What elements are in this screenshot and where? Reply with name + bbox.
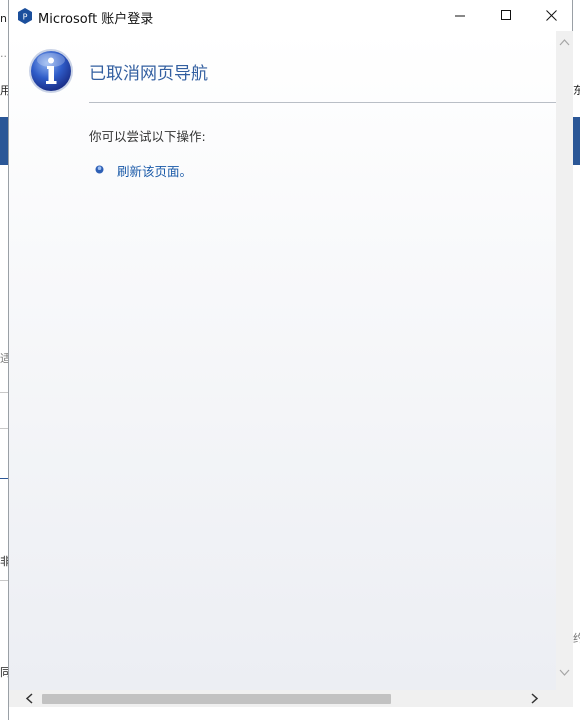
scroll-up-icon[interactable] bbox=[559, 37, 570, 48]
close-button[interactable] bbox=[528, 0, 574, 31]
background-text-fragment: 非 bbox=[0, 555, 8, 568]
refresh-page-link[interactable]: 刷新该页面。 bbox=[117, 161, 192, 180]
vertical-scrollbar[interactable] bbox=[556, 31, 573, 690]
page-title: 已取消网页导航 bbox=[89, 64, 208, 84]
horizontal-scroll-thumb[interactable] bbox=[42, 694, 391, 704]
scroll-down-icon[interactable] bbox=[559, 667, 570, 678]
background-text-fragment: 同 bbox=[0, 666, 8, 679]
suggestion-intro: 你可以尝试以下操作: bbox=[89, 129, 206, 144]
background-text-fragment: 约 bbox=[573, 632, 580, 645]
maximize-button[interactable] bbox=[483, 0, 529, 31]
title-divider bbox=[89, 102, 556, 103]
info-icon bbox=[29, 49, 73, 93]
minimize-button[interactable] bbox=[437, 0, 483, 31]
close-icon bbox=[545, 10, 557, 21]
background-text-fragment: 东 bbox=[573, 84, 580, 97]
window-bottom-edge bbox=[9, 707, 573, 720]
blue-dot-icon bbox=[95, 165, 104, 174]
scrollbar-corner bbox=[556, 690, 573, 707]
maximize-icon bbox=[500, 10, 511, 20]
background-text-fragment: n bbox=[0, 12, 7, 25]
svg-text:P: P bbox=[23, 13, 28, 22]
horizontal-scrollbar[interactable] bbox=[9, 690, 556, 707]
scroll-left-icon[interactable] bbox=[24, 693, 35, 704]
background-text-fragment: 用 bbox=[0, 84, 8, 97]
page-content: 已取消网页导航 你可以尝试以下操作: 刷新该页面。 bbox=[9, 31, 556, 690]
background-blue-band bbox=[573, 117, 580, 165]
scroll-right-icon[interactable] bbox=[529, 693, 540, 704]
background-text-fragment: ... bbox=[0, 47, 8, 60]
minimize-icon bbox=[454, 15, 465, 17]
background-divider bbox=[0, 392, 8, 393]
background-divider bbox=[0, 428, 8, 429]
background-divider bbox=[0, 580, 8, 581]
background-blue-band bbox=[0, 117, 8, 165]
window-title: Microsoft 账户登录 bbox=[38, 12, 154, 27]
background-divider bbox=[0, 478, 8, 479]
shield-p-icon: P bbox=[18, 8, 32, 24]
background-text-fragment: 适 bbox=[0, 352, 8, 365]
login-dialog-window: P Microsoft 账户登录 已取消网页导航 你可以尝试以下操作: 刷新该页… bbox=[8, 0, 573, 720]
title-bar[interactable]: P Microsoft 账户登录 bbox=[9, 0, 572, 31]
